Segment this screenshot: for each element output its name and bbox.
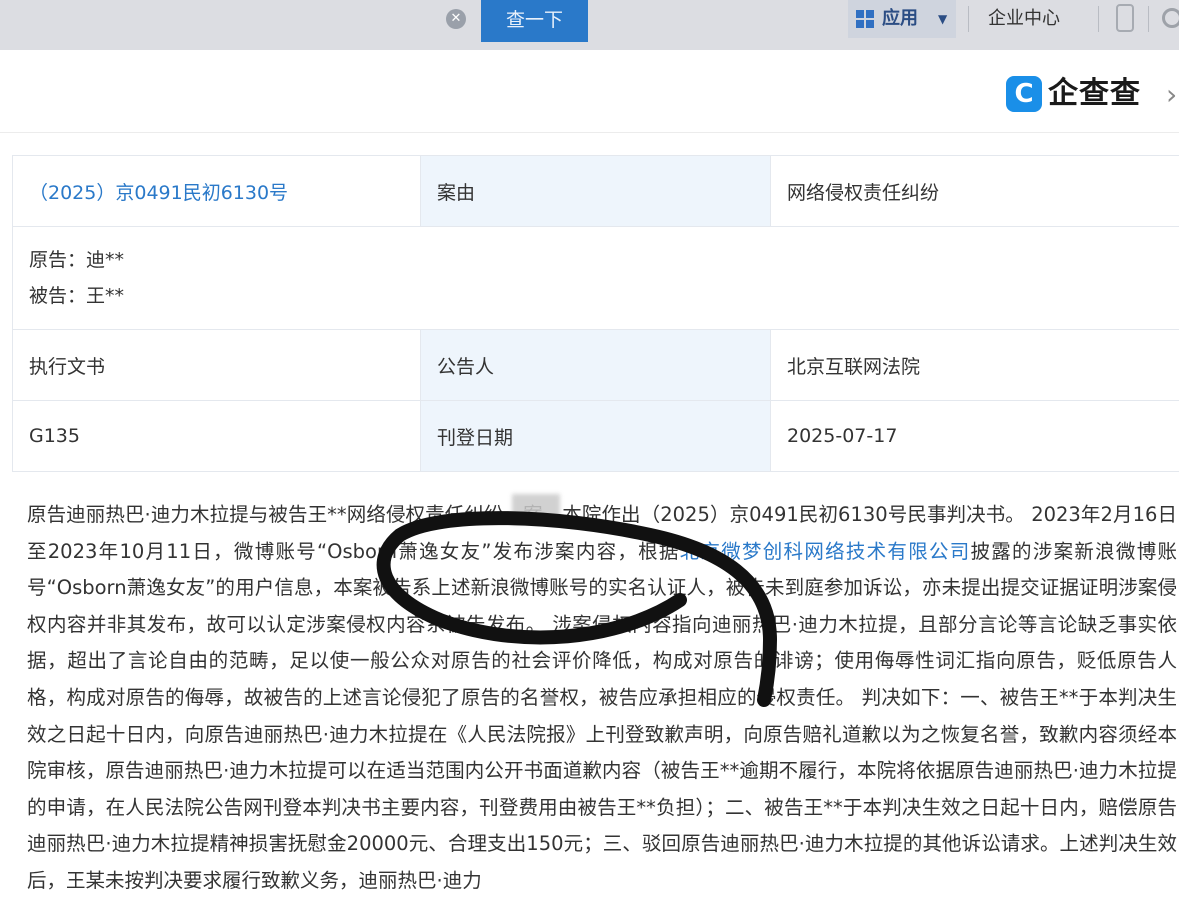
divider: [1148, 6, 1149, 32]
parties-cell: 原告：迪** 被告：王**: [13, 227, 1179, 330]
enterprise-center-link[interactable]: 企业中心: [988, 0, 1060, 38]
defendant: 被告：王**: [29, 278, 1165, 314]
cause-value: 网络侵权责任纠纷: [771, 156, 1179, 227]
notice-code: G135: [13, 401, 421, 472]
content-text-2: 披露的涉案新浪微博账号“Osborn萧逸女友”的用户信息，本案被告系上述新浪微博…: [27, 540, 1177, 892]
card-header: [0, 50, 1179, 133]
logo-icon: C: [1006, 76, 1042, 112]
plaintiff: 原告：迪**: [29, 242, 1165, 278]
cause-label: 案由: [421, 156, 771, 227]
mobile-icon[interactable]: [1116, 4, 1134, 32]
announcer-label: 公告人: [421, 330, 771, 401]
chevron-right-icon[interactable]: ›: [1166, 78, 1177, 111]
company-link[interactable]: 北京微梦创科网络技术有限公司: [680, 540, 971, 563]
apps-grid-icon: [856, 10, 874, 28]
case-info-table: （2025）京0491民初6130号 案由 网络侵权责任纠纷 原告：迪** 被告…: [12, 155, 1179, 472]
clear-search-icon[interactable]: ✕: [446, 9, 466, 29]
publish-date-value: 2025-07-17: [771, 401, 1179, 472]
case-number[interactable]: （2025）京0491民初6130号: [13, 156, 421, 227]
publish-date-label: 刊登日期: [421, 401, 771, 472]
apps-label: 应用: [882, 0, 918, 38]
top-toolbar: ✕ 查一下 应用 ▼ 企业中心: [0, 0, 1179, 50]
redaction-blur: [512, 494, 560, 524]
divider: [968, 6, 969, 32]
apps-menu[interactable]: 应用 ▼: [848, 0, 956, 38]
divider: [1098, 6, 1099, 32]
judgment-content: 原告迪丽热巴·迪力木拉提与被告王**网络侵权责任纠纷一案，本院作出（2025）京…: [27, 497, 1177, 900]
document-type: 执行文书: [13, 330, 421, 401]
announcer-value: 北京互联网法院: [771, 330, 1179, 401]
brand-name: 企查查: [1048, 74, 1141, 114]
settings-icon[interactable]: [1162, 8, 1179, 28]
search-button[interactable]: 查一下: [481, 0, 588, 42]
caret-down-icon: ▼: [938, 0, 947, 38]
